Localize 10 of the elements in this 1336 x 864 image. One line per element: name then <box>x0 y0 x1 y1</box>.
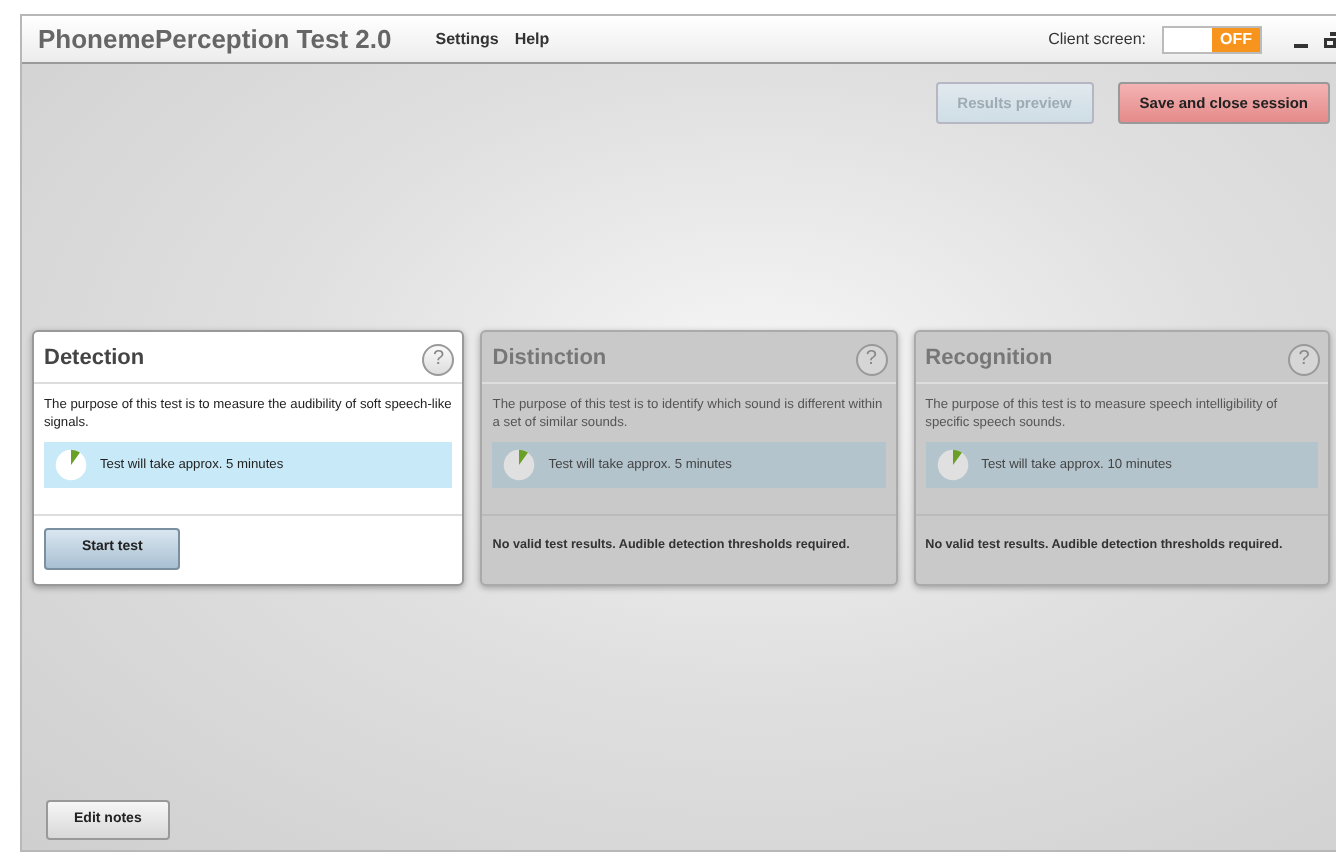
card-title: Distinction <box>492 344 607 375</box>
timer-icon <box>502 448 537 483</box>
timer-icon <box>935 448 970 483</box>
app-title: PhonemePerception Test 2.0 <box>38 21 392 58</box>
timer-icon <box>54 448 88 483</box>
menu-item[interactable]: Settings <box>435 27 499 51</box>
card-title: Detection <box>44 344 145 375</box>
client-screen-label: Client screen: <box>1048 27 1146 51</box>
menu-item[interactable]: Help <box>514 27 550 51</box>
card-title: Recognition <box>925 344 1053 375</box>
